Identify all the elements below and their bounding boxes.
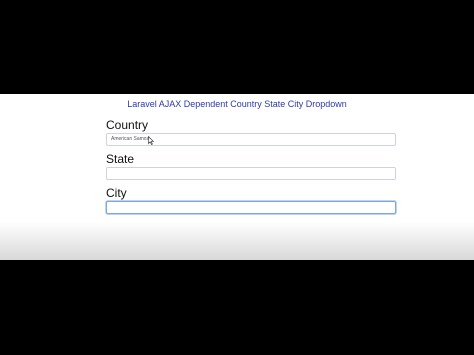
mouse-pointer-icon	[148, 136, 154, 145]
city-label: City	[106, 186, 127, 200]
state-label: State	[106, 152, 135, 166]
country-select[interactable]: American Samoa	[106, 133, 396, 146]
browser-page: Laravel AJAX Dependent Country State Cit…	[0, 94, 474, 260]
dropdown-form: Country American Samoa State City	[106, 118, 396, 220]
country-selected-value: American Samoa	[111, 136, 150, 142]
state-select[interactable]	[106, 167, 396, 180]
country-label: Country	[106, 118, 149, 132]
page-title: Laravel AJAX Dependent Country State Cit…	[127, 99, 347, 109]
screen: { "page": { "title": "Laravel AJAX Depen…	[0, 0, 474, 355]
city-select[interactable]	[106, 201, 396, 214]
bottom-fade	[0, 222, 474, 260]
